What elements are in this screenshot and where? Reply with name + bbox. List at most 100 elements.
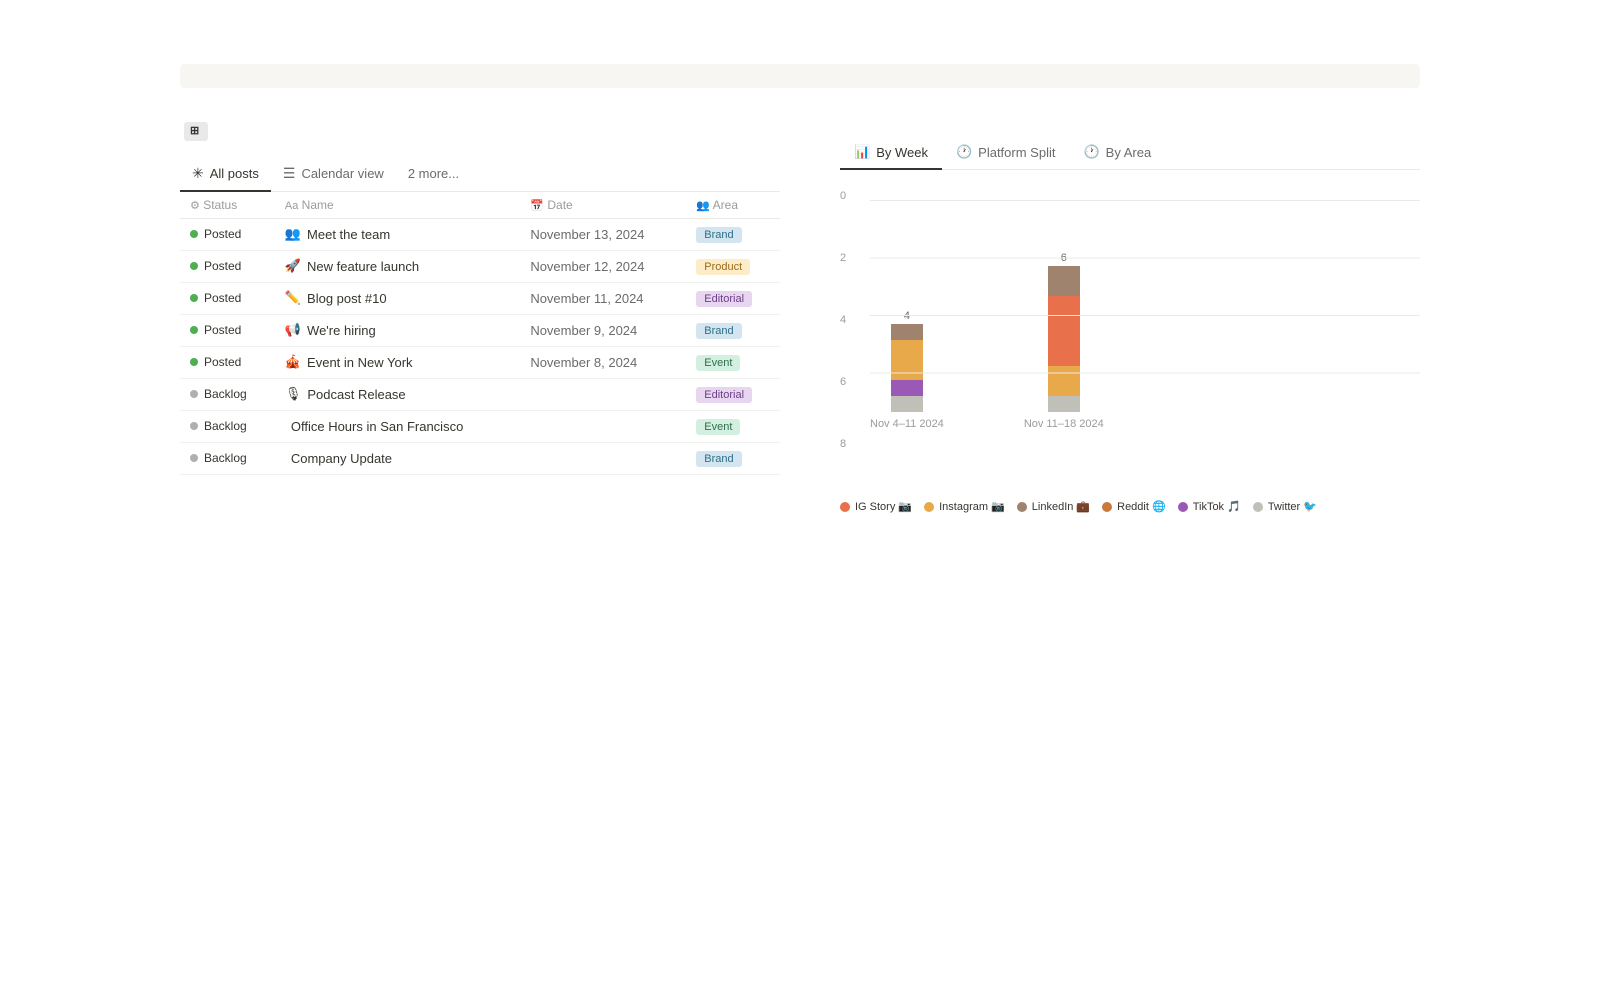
table-row[interactable]: Posted 👥 Meet the team November 13, 2024… <box>180 218 780 250</box>
name-col-icon: Aa <box>285 200 298 212</box>
table-row[interactable]: Posted 📢 We're hiring November 9, 2024Br… <box>180 314 780 346</box>
status-cell-7: Backlog <box>180 442 275 474</box>
status-cell-0: Posted <box>180 218 275 250</box>
name-cell-4: 🎪 Event in New York <box>275 346 520 378</box>
status-dot <box>190 454 198 462</box>
row-emoji: 📢 <box>285 322 301 338</box>
legend-item-4: TikTok 🎵 <box>1178 500 1241 513</box>
date-cell-4: November 8, 2024 <box>520 346 686 378</box>
right-panel: 📊 By Week 🕐 Platform Split 🕐 By Area 8 6 <box>840 120 1420 513</box>
row-name: Blog post #10 <box>307 291 387 306</box>
legend-label: IG Story 📷 <box>855 500 912 513</box>
row-name: Event in New York <box>307 355 413 370</box>
date-cell-7 <box>520 442 686 474</box>
legend-dot <box>1017 502 1027 512</box>
legend-dot <box>1102 502 1112 512</box>
x-label-0: Nov 4–11 2024 <box>870 418 944 430</box>
table-row[interactable]: Posted 🚀 New feature launch November 12,… <box>180 250 780 282</box>
table-row[interactable]: Backlog Company Update Brand <box>180 442 780 474</box>
main-content: ⊞ ✳ All posts ☰ Calendar view 2 more... <box>180 120 1420 513</box>
legend-item-5: Twitter 🐦 <box>1253 500 1317 513</box>
legend-label: Reddit 🌐 <box>1117 500 1166 513</box>
by-area-icon: 🕐 <box>1083 144 1099 160</box>
status-label: Backlog <box>204 451 247 465</box>
x-label-1: Nov 11–18 2024 <box>1024 418 1104 430</box>
area-cell-7: Brand <box>686 442 780 474</box>
tab-by-week[interactable]: 📊 By Week <box>840 136 942 170</box>
tab-calendar-icon: ☰ <box>283 165 296 182</box>
bar-segment-0-1 <box>891 380 923 396</box>
bar-segment-1-3 <box>1048 266 1080 296</box>
table-row[interactable]: Backlog Office Hours in San Francisco Ev… <box>180 410 780 442</box>
legend-label: LinkedIn 💼 <box>1032 500 1090 513</box>
table-header: ⚙ Status Aa Name 📅 Date 👥 Area <box>180 192 780 219</box>
status-dot <box>190 390 198 398</box>
table-row[interactable]: Backlog 🎙 Podcast Release Editorial <box>180 378 780 410</box>
open-badge-icon: ⊞ <box>190 123 199 140</box>
table-tabs-row: ✳ All posts ☰ Calendar view 2 more... <box>180 157 780 192</box>
status-dot <box>190 422 198 430</box>
row-date: November 11, 2024 <box>530 291 643 306</box>
table-row[interactable]: Posted ✏️ Blog post #10 November 11, 202… <box>180 282 780 314</box>
area-cell-1: Product <box>686 250 780 282</box>
chart-bars-area: 4Nov 4–11 2024 6 Nov 11–18 2024 <box>870 200 1420 460</box>
area-badge: Editorial <box>696 291 752 307</box>
legend-label: Twitter 🐦 <box>1268 500 1317 513</box>
row-emoji: 👥 <box>285 226 301 242</box>
area-cell-0: Brand <box>686 218 780 250</box>
y-label-2: 2 <box>840 252 864 264</box>
bar-total-label: 6 <box>1061 252 1067 264</box>
name-cell-6: Office Hours in San Francisco <box>275 410 520 442</box>
tab-more[interactable]: 2 more... <box>396 158 471 191</box>
status-dot <box>190 294 198 302</box>
tab-more-label: 2 more... <box>408 166 459 181</box>
platform-split-label: Platform Split <box>978 145 1055 160</box>
tab-all-posts[interactable]: ✳ All posts <box>180 157 271 192</box>
status-cell-6: Backlog <box>180 410 275 442</box>
col-date: 📅 Date <box>520 192 686 219</box>
area-cell-4: Event <box>686 346 780 378</box>
platform-split-icon: 🕐 <box>956 144 972 160</box>
tab-platform-split[interactable]: 🕐 Platform Split <box>942 136 1070 170</box>
area-badge: Product <box>696 259 750 275</box>
bar-segment-0-3 <box>891 324 923 340</box>
legend-label: TikTok 🎵 <box>1193 500 1241 513</box>
legend-dot <box>840 502 850 512</box>
bar-group-0: 4Nov 4–11 2024 <box>870 310 944 430</box>
status-col-icon: ⚙ <box>190 200 200 212</box>
area-badge: Brand <box>696 323 741 339</box>
date-col-icon: 📅 <box>530 200 544 212</box>
status-dot <box>190 262 198 270</box>
status-label: Posted <box>204 259 241 273</box>
row-date: November 9, 2024 <box>530 323 637 338</box>
status-dot <box>190 358 198 366</box>
tip-box <box>180 64 1420 88</box>
area-col-icon: 👥 <box>696 200 710 212</box>
area-badge: Editorial <box>696 387 752 403</box>
by-week-icon: 📊 <box>854 144 870 160</box>
tab-by-area[interactable]: 🕐 By Area <box>1069 136 1165 170</box>
tab-all-posts-label: All posts <box>210 166 259 181</box>
legend-dot <box>1253 502 1263 512</box>
status-cell-1: Posted <box>180 250 275 282</box>
row-date: November 12, 2024 <box>530 259 644 274</box>
chart-tabs-row: 📊 By Week 🕐 Platform Split 🕐 By Area <box>840 136 1420 170</box>
row-name: We're hiring <box>307 323 376 338</box>
area-cell-2: Editorial <box>686 282 780 314</box>
col-status: ⚙ Status <box>180 192 275 219</box>
status-label: Posted <box>204 291 241 305</box>
col-name: Aa Name <box>275 192 520 219</box>
area-badge: Brand <box>696 451 741 467</box>
name-cell-0: 👥 Meet the team <box>275 218 520 250</box>
status-cell-2: Posted <box>180 282 275 314</box>
tab-calendar-view[interactable]: ☰ Calendar view <box>271 157 396 192</box>
row-name: Office Hours in San Francisco <box>291 419 463 434</box>
area-cell-3: Brand <box>686 314 780 346</box>
name-cell-7: Company Update <box>275 442 520 474</box>
legend-item-3: Reddit 🌐 <box>1102 500 1166 513</box>
y-label-4: 4 <box>840 314 864 326</box>
table-row[interactable]: Posted 🎪 Event in New York November 8, 2… <box>180 346 780 378</box>
chart-container: 8 6 4 2 0 4Nov 4–11 20246Nov 11–18 2024 <box>840 190 1420 490</box>
bar-segment-1-0 <box>1048 396 1080 412</box>
y-label-8: 8 <box>840 438 864 450</box>
